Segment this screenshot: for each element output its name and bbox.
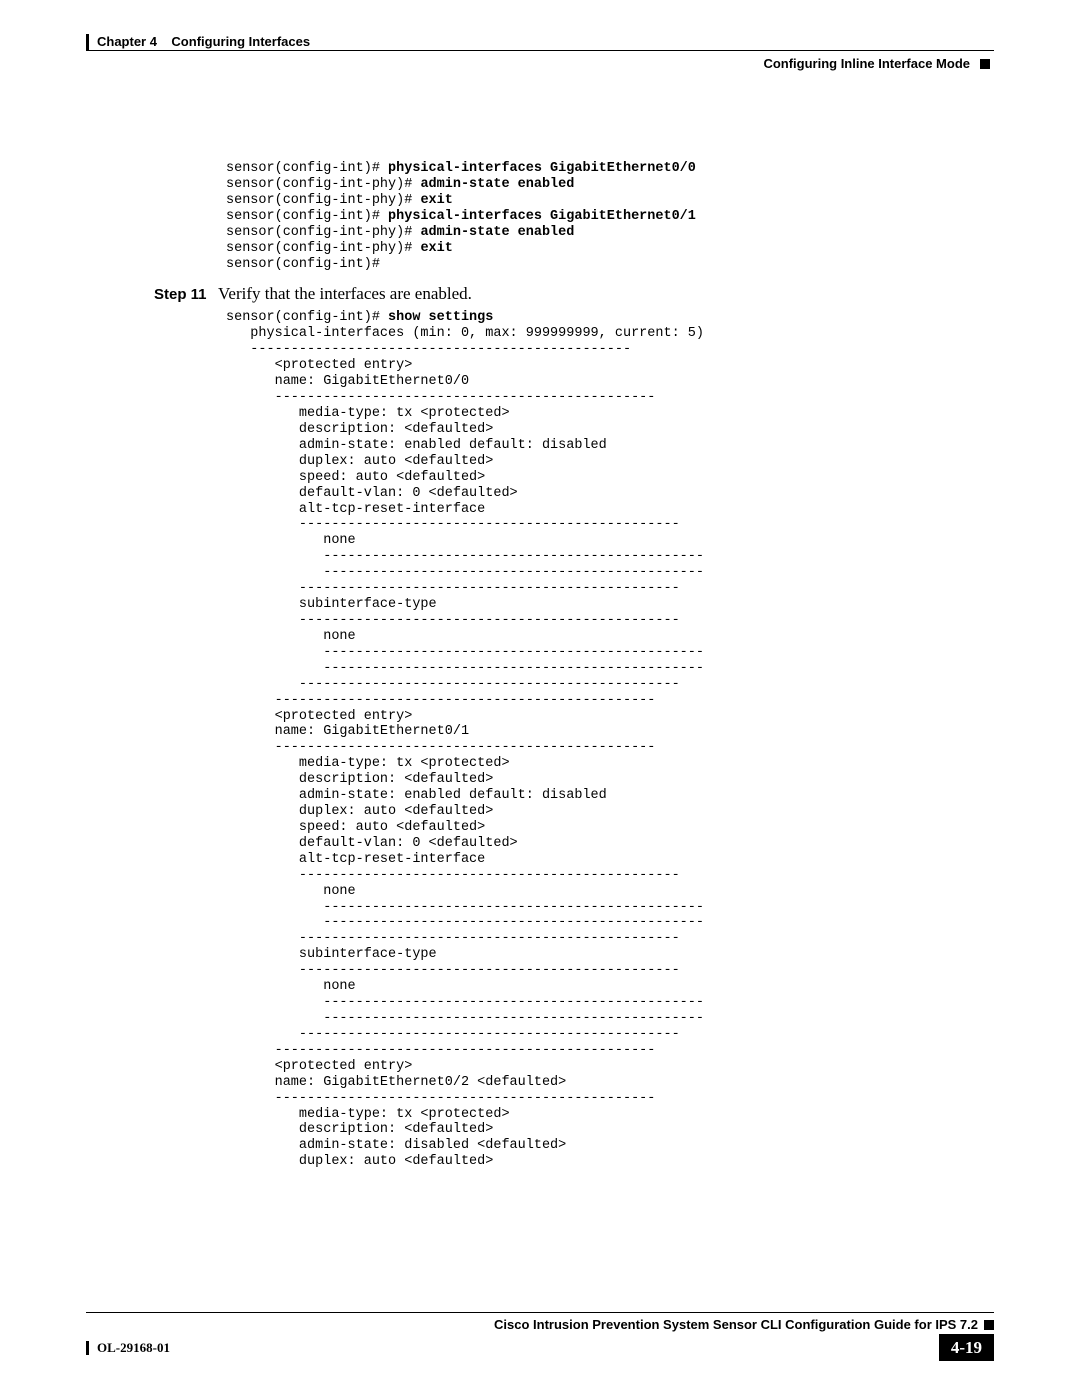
- code-line: ----------------------------------------…: [226, 565, 704, 580]
- code-line: none: [226, 979, 356, 994]
- running-footer: Cisco Intrusion Prevention System Sensor…: [86, 1312, 994, 1361]
- code-line: default-vlan: 0 <defaulted>: [226, 486, 518, 501]
- code-line: ----------------------------------------…: [226, 1043, 655, 1058]
- code-line: name: GigabitEthernet0/0: [226, 374, 469, 389]
- code-cmd: show settings: [388, 310, 493, 325]
- code-line: admin-state: enabled default: disabled: [226, 438, 607, 453]
- page-number: 4-19: [939, 1334, 994, 1361]
- code-line: description: <defaulted>: [226, 1122, 493, 1137]
- code-line: sensor(config-int)#: [226, 161, 388, 176]
- code-cmd: physical-interfaces GigabitEthernet0/0: [388, 161, 696, 176]
- code-line: ----------------------------------------…: [226, 613, 680, 628]
- code-line: ----------------------------------------…: [226, 517, 680, 532]
- code-line: <protected entry>: [226, 709, 412, 724]
- footer-rule: [86, 1312, 994, 1313]
- code-line: none: [226, 884, 356, 899]
- code-line: duplex: auto <defaulted>: [226, 804, 493, 819]
- code-line: ----------------------------------------…: [226, 549, 704, 564]
- code-line: default-vlan: 0 <defaulted>: [226, 836, 518, 851]
- code-line: media-type: tx <protected>: [226, 406, 510, 421]
- page-body: sensor(config-int)# physical-interfaces …: [226, 161, 994, 1170]
- code-line: subinterface-type: [226, 947, 437, 962]
- code-line: description: <defaulted>: [226, 422, 493, 437]
- code-line: alt-tcp-reset-interface: [226, 502, 485, 517]
- code-line: alt-tcp-reset-interface: [226, 852, 485, 867]
- code-cmd: admin-state enabled: [420, 225, 574, 240]
- code-line: ----------------------------------------…: [226, 900, 704, 915]
- code-line: ----------------------------------------…: [226, 1027, 680, 1042]
- code-line: <protected entry>: [226, 1059, 412, 1074]
- section-title: Configuring Inline Interface Mode: [763, 56, 970, 71]
- code-line: sensor(config-int)#: [226, 209, 388, 224]
- footer-square-icon: [984, 1320, 994, 1330]
- code-line: duplex: auto <defaulted>: [226, 454, 493, 469]
- code-line: ----------------------------------------…: [226, 1091, 655, 1106]
- code-line: admin-state: disabled <defaulted>: [226, 1138, 566, 1153]
- code-line: sensor(config-int)#: [226, 310, 388, 325]
- code-cmd: admin-state enabled: [420, 177, 574, 192]
- chapter-label: Chapter 4: [97, 34, 157, 49]
- chapter-title: Configuring Interfaces: [171, 34, 310, 49]
- code-line: ----------------------------------------…: [226, 677, 680, 692]
- cli-block-2: sensor(config-int)# show settings physic…: [226, 310, 994, 1170]
- code-line: subinterface-type: [226, 597, 437, 612]
- running-header: Chapter 4 Configuring Interfaces Configu…: [86, 34, 994, 71]
- code-line: ----------------------------------------…: [226, 740, 655, 755]
- header-rule: [86, 50, 994, 51]
- code-line: ----------------------------------------…: [226, 342, 631, 357]
- code-line: ----------------------------------------…: [226, 995, 704, 1010]
- footer-bar-icon: [86, 1341, 89, 1355]
- header-square-icon: [980, 59, 990, 69]
- code-line: none: [226, 629, 356, 644]
- code-line: name: GigabitEthernet0/2 <defaulted>: [226, 1075, 566, 1090]
- code-line: physical-interfaces (min: 0, max: 999999…: [226, 326, 704, 341]
- code-cmd: exit: [420, 193, 452, 208]
- code-line: sensor(config-int-phy)#: [226, 177, 420, 192]
- code-line: <protected entry>: [226, 358, 412, 373]
- code-line: speed: auto <defaulted>: [226, 820, 485, 835]
- code-line: media-type: tx <protected>: [226, 1107, 510, 1122]
- code-line: ----------------------------------------…: [226, 915, 704, 930]
- doc-id: OL-29168-01: [97, 1340, 170, 1356]
- code-line: ----------------------------------------…: [226, 661, 704, 676]
- code-cmd: physical-interfaces GigabitEthernet0/1: [388, 209, 696, 224]
- code-line: sensor(config-int-phy)#: [226, 241, 420, 256]
- book-title: Cisco Intrusion Prevention System Sensor…: [86, 1317, 984, 1332]
- step-text: Verify that the interfaces are enabled.: [218, 284, 472, 303]
- cli-block-1: sensor(config-int)# physical-interfaces …: [226, 161, 994, 272]
- code-line: ----------------------------------------…: [226, 963, 680, 978]
- step-row: Step 11 Verify that the interfaces are e…: [226, 284, 994, 304]
- code-line: ----------------------------------------…: [226, 390, 655, 405]
- code-line: ----------------------------------------…: [226, 868, 680, 883]
- code-line: sensor(config-int-phy)#: [226, 225, 420, 240]
- code-line: sensor(config-int-phy)#: [226, 193, 420, 208]
- code-line: admin-state: enabled default: disabled: [226, 788, 607, 803]
- header-left: Chapter 4 Configuring Interfaces: [86, 34, 310, 50]
- code-line: ----------------------------------------…: [226, 645, 704, 660]
- code-line: media-type: tx <protected>: [226, 756, 510, 771]
- code-line: name: GigabitEthernet0/1: [226, 724, 469, 739]
- code-line: speed: auto <defaulted>: [226, 470, 485, 485]
- code-line: sensor(config-int)#: [226, 257, 380, 272]
- step-label: Step 11: [154, 286, 214, 303]
- code-line: ----------------------------------------…: [226, 693, 655, 708]
- code-line: description: <defaulted>: [226, 772, 493, 787]
- code-line: ----------------------------------------…: [226, 1011, 704, 1026]
- code-line: ----------------------------------------…: [226, 931, 680, 946]
- code-line: none: [226, 533, 356, 548]
- code-line: duplex: auto <defaulted>: [226, 1154, 493, 1169]
- code-cmd: exit: [420, 241, 452, 256]
- code-line: ----------------------------------------…: [226, 581, 680, 596]
